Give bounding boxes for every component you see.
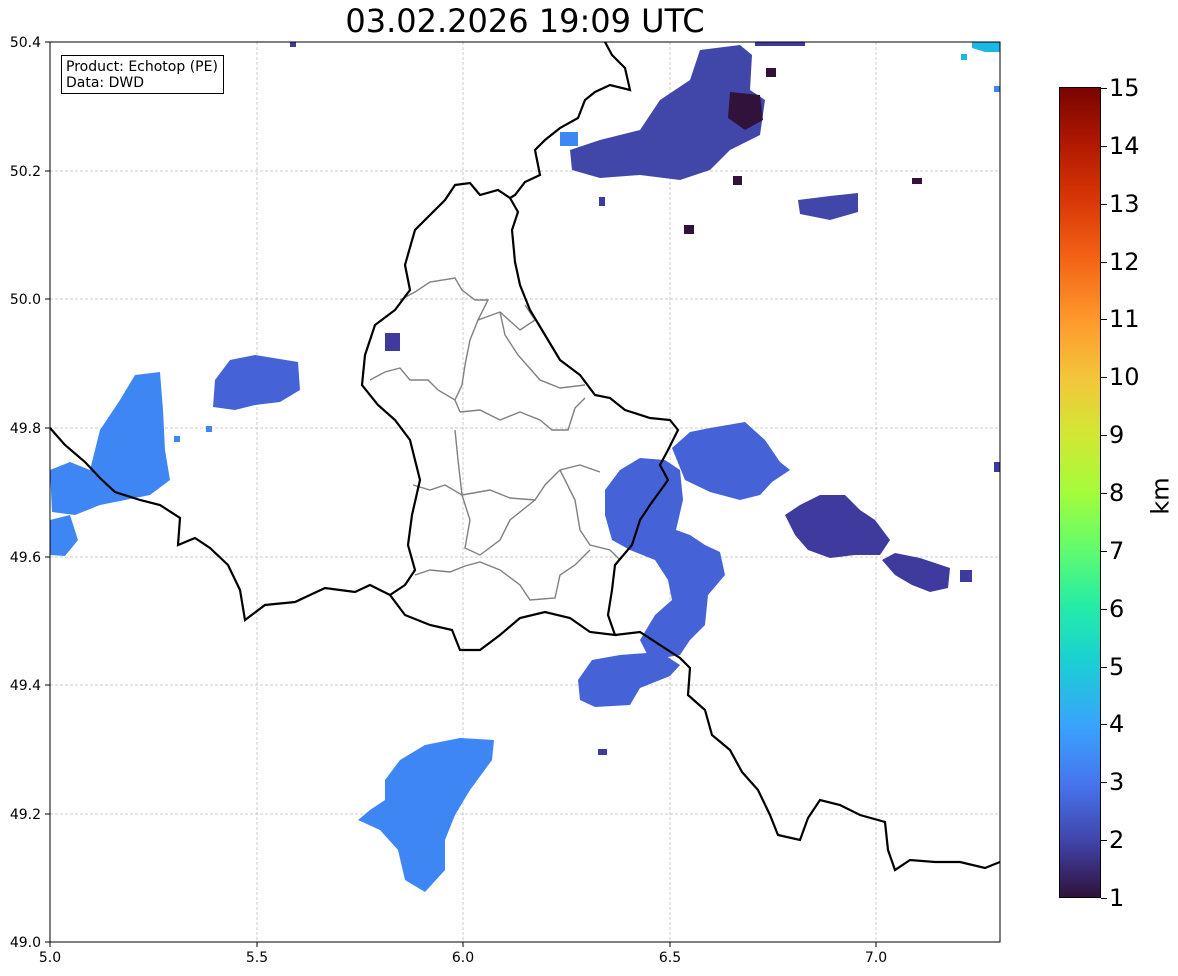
echo-ne-cyan: [972, 42, 1000, 52]
colorbar-tick: [1101, 840, 1107, 842]
canton-border-lux: [461, 494, 536, 556]
y-tick-label: 49.8: [10, 421, 41, 437]
colorbar-tick: [1101, 550, 1107, 552]
echo-speck-7: [961, 54, 967, 60]
y-tick-label: 50.4: [10, 35, 41, 51]
echo-speck-6: [290, 42, 296, 47]
x-tick-label: 7.0: [865, 950, 887, 966]
x-tick-label: 5.5: [246, 950, 268, 966]
colorbar-unit-label: km: [1146, 477, 1175, 515]
echo-speck-10: [206, 426, 212, 432]
canton-border-diekirch: [459, 397, 586, 431]
radar-echoes: [50, 42, 1000, 892]
colorbar-tick-label: 8: [1109, 479, 1125, 507]
echo-west-main: [50, 372, 170, 515]
radar-map[interactable]: 5.0 5.5 6.0 6.5 7.0 49.0 49.2 49.4 49.6 …: [0, 0, 1178, 976]
colorbar-tick: [1101, 608, 1107, 610]
colorbar-tick: [1101, 261, 1107, 263]
echo-east-north: [672, 422, 790, 500]
colorbar-tick: [1101, 319, 1107, 321]
echo-speck-5: [599, 197, 605, 206]
colorbar-tick-label: 10: [1109, 363, 1140, 392]
echo-east-south: [578, 652, 680, 707]
canton-border-clervaux: [454, 319, 479, 413]
colorbar-tick-label: 15: [1109, 74, 1140, 102]
colorbar-tick: [1101, 88, 1107, 89]
colorbar-tick-label: 6: [1109, 594, 1125, 623]
echo-speck-8: [994, 86, 1000, 92]
colorbar-tick: [1101, 493, 1107, 494]
colorbar: [1059, 87, 1101, 898]
canton-border-esch: [414, 549, 591, 601]
colorbar-tick: [1101, 145, 1107, 147]
product-label: Product: Echotop (PE): [66, 59, 218, 75]
data-source-label: Data: DWD: [66, 75, 144, 91]
echo-far-east-2: [882, 553, 950, 592]
echo-speck-13: [994, 462, 1000, 472]
canton-border-north: [399, 277, 536, 331]
echo-speck-9: [174, 436, 180, 442]
colorbar-tick-label: 14: [1109, 131, 1140, 160]
colorbar-tick: [1101, 377, 1107, 379]
y-tick-labels: 49.0 49.2 49.4 49.6 49.8 50.0 50.2 50.4: [10, 35, 41, 951]
colorbar-tick: [1101, 203, 1107, 205]
echo-west-south: [50, 515, 78, 556]
colorbar-tick-label: 7: [1109, 536, 1125, 565]
echo-north-top: [755, 42, 805, 46]
colorbar-tick-label: 5: [1109, 652, 1125, 681]
colorbar-tick-label: 2: [1109, 826, 1125, 855]
y-tick-label: 50.2: [10, 164, 41, 180]
colorbar-tick: [1101, 666, 1107, 668]
plot-frame: [49, 41, 1001, 943]
y-tick-label: 49.4: [10, 678, 41, 694]
echo-speck-2: [733, 176, 742, 185]
x-tick-labels: 5.0 5.5 6.0 6.5 7.0: [39, 950, 887, 966]
border-lux: [360, 181, 680, 652]
canton-border-capellen: [412, 484, 463, 496]
echo-speck-3: [766, 68, 776, 77]
echo-far-east: [785, 495, 890, 558]
y-tick-label: 49.0: [10, 935, 41, 951]
echo-speck-12: [598, 749, 607, 755]
echo-speck-1: [684, 225, 694, 234]
echo-speck-14: [960, 570, 972, 582]
colorbar-tick-label: 11: [1109, 305, 1140, 334]
echo-north-cyan-spot: [560, 132, 578, 146]
colorbar-tick-label: 4: [1109, 710, 1125, 739]
colorbar-tick-label: 3: [1109, 768, 1125, 797]
map-gridlines: [50, 42, 1000, 942]
colorbar-tick: [1101, 898, 1107, 899]
canton-borders: [369, 277, 621, 601]
y-tick-label: 49.2: [10, 807, 41, 823]
echo-speck-4: [912, 178, 922, 184]
echo-north-east: [798, 193, 858, 220]
colorbar-tick-label: 1: [1109, 884, 1125, 912]
colorbar-tick: [1101, 435, 1107, 437]
echo-south-main: [358, 738, 494, 892]
colorbar-tick-label: 13: [1109, 189, 1140, 218]
colorbar-tick: [1101, 782, 1107, 784]
x-tick-label: 6.0: [452, 950, 474, 966]
colorbar-tick-label: 12: [1109, 247, 1140, 276]
colorbar-tick-label: 9: [1109, 421, 1125, 450]
colorbar-tick: [1101, 724, 1107, 726]
y-tick-label: 50.0: [10, 292, 41, 308]
product-info-box: Product: Echotop (PE) Data: DWD: [61, 55, 224, 94]
x-tick-label: 5.0: [39, 950, 61, 966]
echo-speck-11: [385, 333, 400, 351]
x-tick-label: 6.5: [659, 950, 681, 966]
echo-west-east: [213, 355, 300, 410]
canton-border-wiltz: [369, 367, 456, 401]
canton-border-mersch: [454, 429, 601, 501]
national-borders: [50, 42, 1000, 872]
y-tick-label: 49.6: [10, 550, 41, 566]
